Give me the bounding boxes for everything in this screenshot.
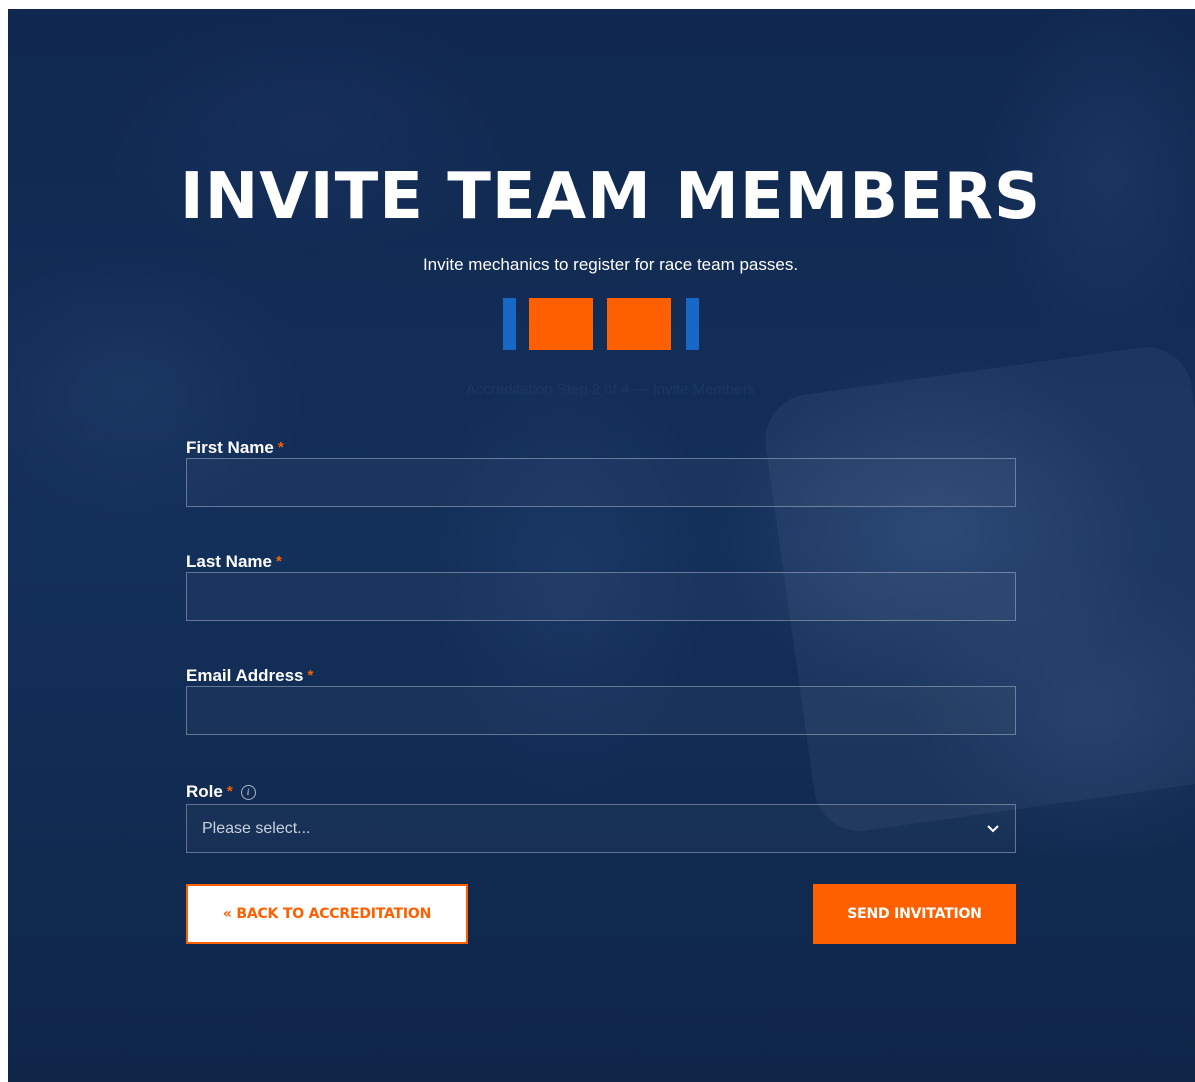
info-icon[interactable]: i	[240, 784, 256, 800]
email-label: Email Address *	[186, 666, 313, 686]
page-subtitle: Invite mechanics to register for race te…	[422, 255, 799, 274]
email-label-text: Email Address	[186, 666, 304, 685]
last-name-label-text: Last Name	[186, 552, 272, 571]
required-marker: *	[277, 439, 284, 456]
first-name-input[interactable]	[186, 458, 1016, 507]
required-marker: *	[226, 783, 233, 800]
page-title: INVITE TEAM MEMBERS	[179, 160, 1042, 234]
progress-caption: Accreditation Step 2 of 4 — Invite Membe…	[465, 381, 756, 398]
role-label-text: Role	[186, 782, 223, 801]
role-label: Role * i	[186, 782, 256, 802]
back-to-accreditation-button[interactable]: « BACK TO ACCREDITATION	[186, 884, 468, 944]
chevron-down-icon	[986, 822, 1000, 836]
required-marker: *	[275, 553, 282, 570]
progress-step-3	[607, 298, 671, 350]
required-marker: *	[307, 667, 314, 684]
invite-form-page: INVITE TEAM MEMBERS Invite mechanics to …	[8, 9, 1195, 1082]
page-frame: INVITE TEAM MEMBERS Invite mechanics to …	[8, 9, 1195, 1082]
progress-step-1	[503, 298, 516, 350]
progress-indicator	[503, 298, 703, 350]
send-invitation-button[interactable]: SEND INVITATION	[813, 884, 1016, 944]
role-select-value: Please select...	[202, 819, 311, 837]
first-name-label-text: First Name	[186, 438, 274, 457]
progress-step-2	[529, 298, 593, 350]
role-select[interactable]: Please select...	[186, 804, 1016, 853]
last-name-label: Last Name *	[186, 552, 282, 572]
first-name-label: First Name *	[186, 438, 284, 458]
progress-step-4	[686, 298, 699, 350]
email-input[interactable]	[186, 686, 1016, 735]
last-name-input[interactable]	[186, 572, 1016, 621]
